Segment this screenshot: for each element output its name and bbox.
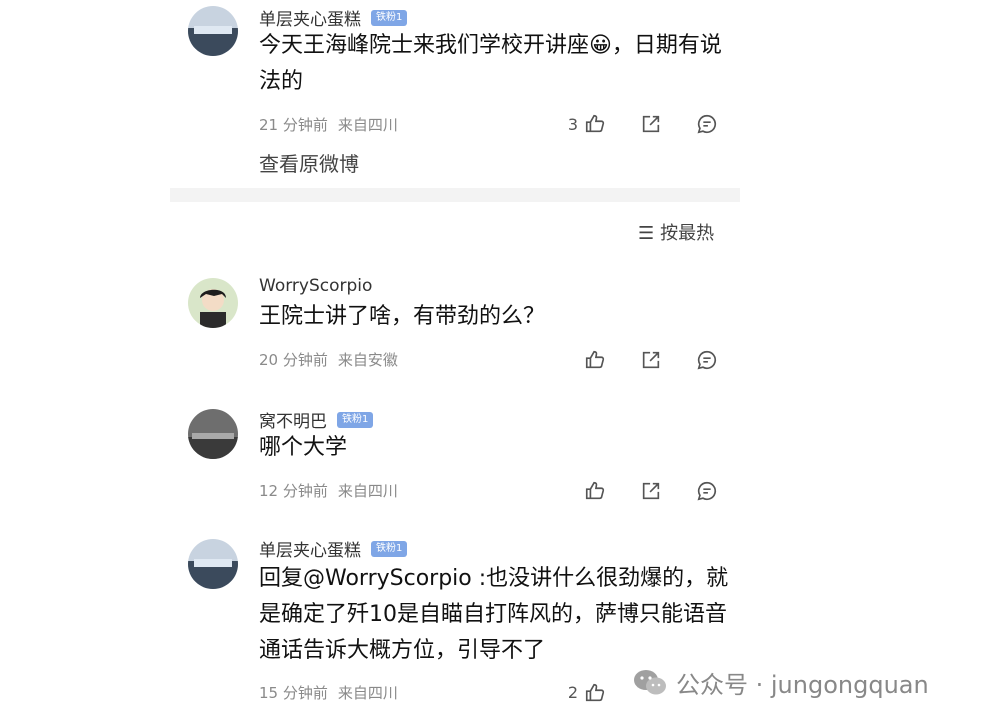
reply-icon[interactable] — [695, 112, 719, 136]
username[interactable]: WorryScorpio — [259, 276, 372, 296]
fan-badge: 铁粉1 — [337, 412, 374, 428]
comment-meta: 21 分钟前 来自四川 — [259, 114, 398, 135]
comment-location: 来自安徽 — [337, 351, 398, 369]
like-icon[interactable] — [583, 112, 607, 136]
comment-location: 来自四川 — [337, 684, 398, 702]
like-icon[interactable] — [583, 681, 607, 705]
comment-text: 哪个大学 — [259, 435, 348, 460]
section-divider — [170, 188, 740, 202]
avatar[interactable] — [188, 539, 238, 589]
reply-icon[interactable] — [695, 348, 719, 372]
fan-badge: 铁粉1 — [371, 10, 408, 26]
comment-time: 12 分钟前 — [259, 482, 328, 500]
like-icon[interactable] — [583, 348, 607, 372]
avatar[interactable] — [188, 409, 238, 459]
comment-time: 15 分钟前 — [259, 684, 328, 702]
sort-icon: ☰ — [638, 223, 655, 244]
watermark-text: 公众号 · jungongquan — [676, 671, 929, 699]
comment-location: 来自四川 — [337, 482, 398, 500]
watermark: 公众号 · jungongquan — [632, 665, 929, 700]
comment-meta: 20 分钟前 来自安徽 — [259, 349, 398, 370]
view-original-link[interactable]: 查看原微博 — [259, 148, 359, 177]
comment-time: 21 分钟前 — [259, 116, 328, 134]
comment-text: 回复@WorryScorpio :也没讲什么很劲爆的，就是确定了歼10是自瞄自打… — [259, 566, 729, 663]
username-text[interactable]: 单层夹心蛋糕 — [259, 541, 361, 561]
username-text[interactable]: 窝不明巴 — [259, 412, 327, 432]
share-icon[interactable] — [639, 479, 663, 503]
username-text[interactable]: WorryScorpio — [259, 276, 372, 296]
comment-meta: 12 分钟前 来自四川 — [259, 480, 398, 501]
username[interactable]: 窝不明巴 铁粉1 — [259, 407, 374, 432]
avatar[interactable] — [188, 6, 238, 56]
wechat-icon — [634, 669, 666, 694]
share-icon[interactable] — [639, 348, 663, 372]
comment-time: 20 分钟前 — [259, 351, 328, 369]
like-count: 2 — [567, 683, 578, 702]
comment-text: 王院士讲了啥，有带劲的么？ — [259, 304, 546, 329]
reply-icon[interactable] — [695, 479, 719, 503]
comment-meta: 15 分钟前 来自四川 — [259, 682, 398, 703]
share-icon[interactable] — [639, 112, 663, 136]
sort-control[interactable]: ☰ 按最热 — [638, 219, 714, 245]
avatar[interactable] — [188, 278, 238, 328]
sort-label[interactable]: 按最热 — [660, 223, 714, 244]
like-icon[interactable] — [583, 479, 607, 503]
username-text[interactable]: 单层夹心蛋糕 — [259, 10, 361, 30]
comment-location: 来自四川 — [337, 116, 398, 134]
like-count: 3 — [567, 115, 578, 134]
username[interactable]: 单层夹心蛋糕 铁粉1 — [259, 536, 408, 561]
fan-badge: 铁粉1 — [371, 541, 408, 557]
username[interactable]: 单层夹心蛋糕 铁粉1 — [259, 5, 408, 30]
comment-text: 今天王海峰院士来我们学校开讲座😀，日期有说法的 — [259, 33, 722, 94]
